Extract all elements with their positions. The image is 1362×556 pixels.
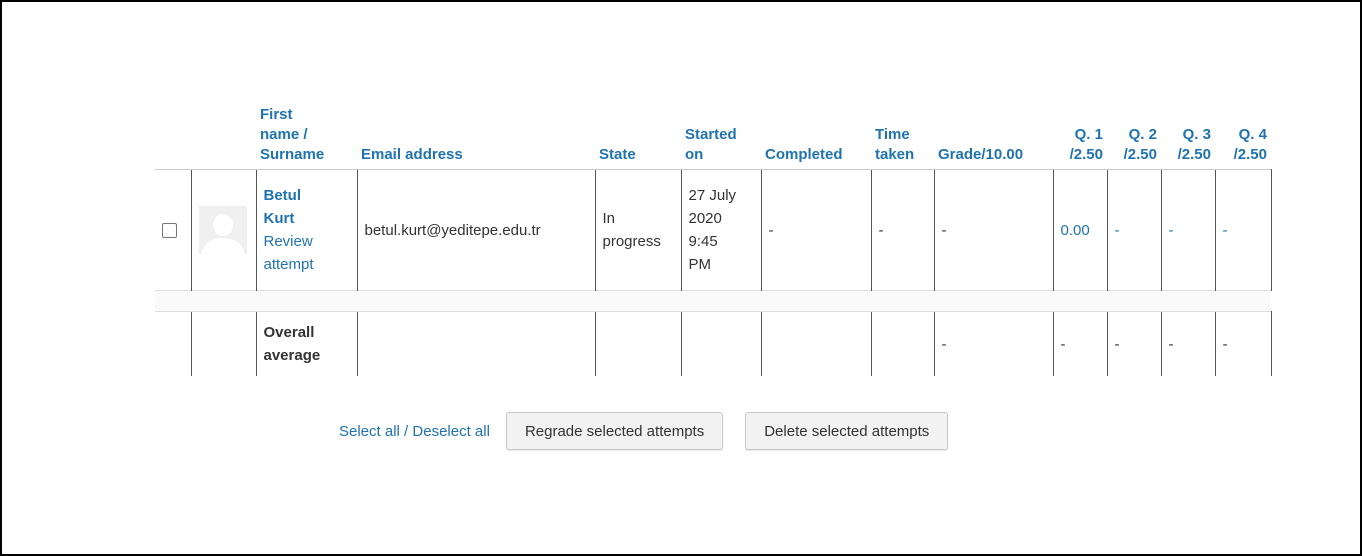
avatar-body-shape [201,238,244,254]
started-cell: 27 July 2020 9:45 PM [680,169,761,291]
avg-q2-cell: - [1106,311,1161,376]
header-q1-line1[interactable]: Q. 1 [1075,126,1103,143]
header-q3[interactable]: Q. 3 /2.50 [1161,105,1215,170]
name-cell: Betul Kurt Review attempt [255,169,357,291]
started-line1: 27 July [688,187,737,204]
header-time-line1[interactable]: Time [875,126,910,143]
avg-q4-cell: - [1214,311,1272,376]
attempts-table: First name / Surname Email address State… [155,105,1272,376]
email-cell: betul.kurt@yeditepe.edu.tr [356,169,595,291]
spacer-cell [155,290,1271,312]
header-q2[interactable]: Q. 2 /2.50 [1107,105,1161,170]
header-started[interactable]: Started on [681,105,761,170]
delete-selected-button[interactable]: Delete selected attempts [745,412,949,450]
avg-q3-cell: - [1160,311,1215,376]
started-line4: PM [688,256,712,273]
q2-mark-link[interactable]: - [1115,222,1120,239]
header-name[interactable]: First name / Surname [256,105,357,170]
q3-cell: - [1160,169,1215,291]
review-attempt-link[interactable]: Review attempt [264,233,314,273]
header-q2-line2[interactable]: /2.50 [1124,146,1157,163]
avg-empty-cell [155,311,191,376]
avg-label-line2: average [263,347,321,364]
select-links: Select all / Deselect all [339,423,490,440]
header-q4[interactable]: Q. 4 /2.50 [1215,105,1271,170]
q4-mark-link[interactable]: - [1223,222,1228,239]
avg-empty-cell [594,311,681,376]
header-q1-line2[interactable]: /2.50 [1070,146,1103,163]
avatar[interactable] [198,206,247,254]
grade-cell: - [933,169,1053,291]
header-time-taken[interactable]: Time taken [871,105,934,170]
avg-empty-cell [190,311,256,376]
q1-mark-link[interactable]: 0.00 [1061,222,1090,239]
header-avatar [191,105,256,170]
avg-empty-cell [356,311,595,376]
header-checkbox [155,105,191,170]
avatar-head-shape [212,214,233,236]
table-row: Betul Kurt Review attempt betul.kurt@yed… [155,169,1272,291]
avg-empty-cell [870,311,934,376]
q2-cell: - [1106,169,1161,291]
table-header-row: First name / Surname Email address State… [155,105,1271,170]
review-line2[interactable]: attempt [264,256,314,273]
header-q2-line1[interactable]: Q. 2 [1129,126,1157,143]
row-select-cell [155,169,191,291]
header-state[interactable]: State [595,105,681,170]
overall-average-label: Overall average [255,311,357,376]
user-surname[interactable]: Kurt [264,210,295,227]
overall-average-row: Overall average - - - - - [155,311,1272,376]
header-grade[interactable]: Grade/10.00 [934,105,1053,170]
completed-cell: - [760,169,871,291]
select-all-link[interactable]: Select all [339,423,400,440]
header-name-surname[interactable]: Surname [260,146,324,163]
avg-q1-cell: - [1052,311,1107,376]
started-line2: 2020 [688,210,722,227]
header-email[interactable]: Email address [357,105,595,170]
header-name-first[interactable]: First [260,106,293,123]
q3-mark-link[interactable]: - [1169,222,1174,239]
header-q4-line2[interactable]: /2.50 [1234,146,1267,163]
started-line3: 9:45 [688,233,718,250]
header-q3-line2[interactable]: /2.50 [1178,146,1211,163]
header-completed[interactable]: Completed [761,105,871,170]
header-q1[interactable]: Q. 1 /2.50 [1053,105,1107,170]
header-q3-line1[interactable]: Q. 3 [1183,126,1211,143]
spacer-row [155,290,1271,312]
select-separator: / [399,422,413,440]
user-first-name[interactable]: Betul [264,187,302,204]
state-line1: In [602,210,616,227]
avg-empty-cell [680,311,761,376]
avatar-cell [190,169,256,291]
bulk-actions: Select all / Deselect all Regrade select… [339,411,970,451]
row-select-checkbox[interactable] [162,223,177,239]
regrade-selected-button[interactable]: Regrade selected attempts [505,412,724,450]
avg-label-line1: Overall [263,324,315,341]
header-q4-line1[interactable]: Q. 4 [1239,126,1267,143]
state-cell: In progress [594,169,681,291]
header-started-line1[interactable]: Started [685,126,737,143]
review-line1[interactable]: Review [264,233,313,250]
header-time-line2[interactable]: taken [875,146,914,163]
header-name-sep[interactable]: name / [260,126,308,143]
q1-cell: 0.00 [1052,169,1107,291]
q4-cell: - [1214,169,1272,291]
avg-empty-cell [760,311,871,376]
header-started-line2[interactable]: on [685,146,703,163]
time-taken-cell: - [870,169,934,291]
user-name-link[interactable]: Betul Kurt [264,187,302,227]
deselect-all-link[interactable]: Deselect all [412,423,490,440]
avg-grade-cell: - [933,311,1053,376]
state-line2: progress [602,233,661,250]
